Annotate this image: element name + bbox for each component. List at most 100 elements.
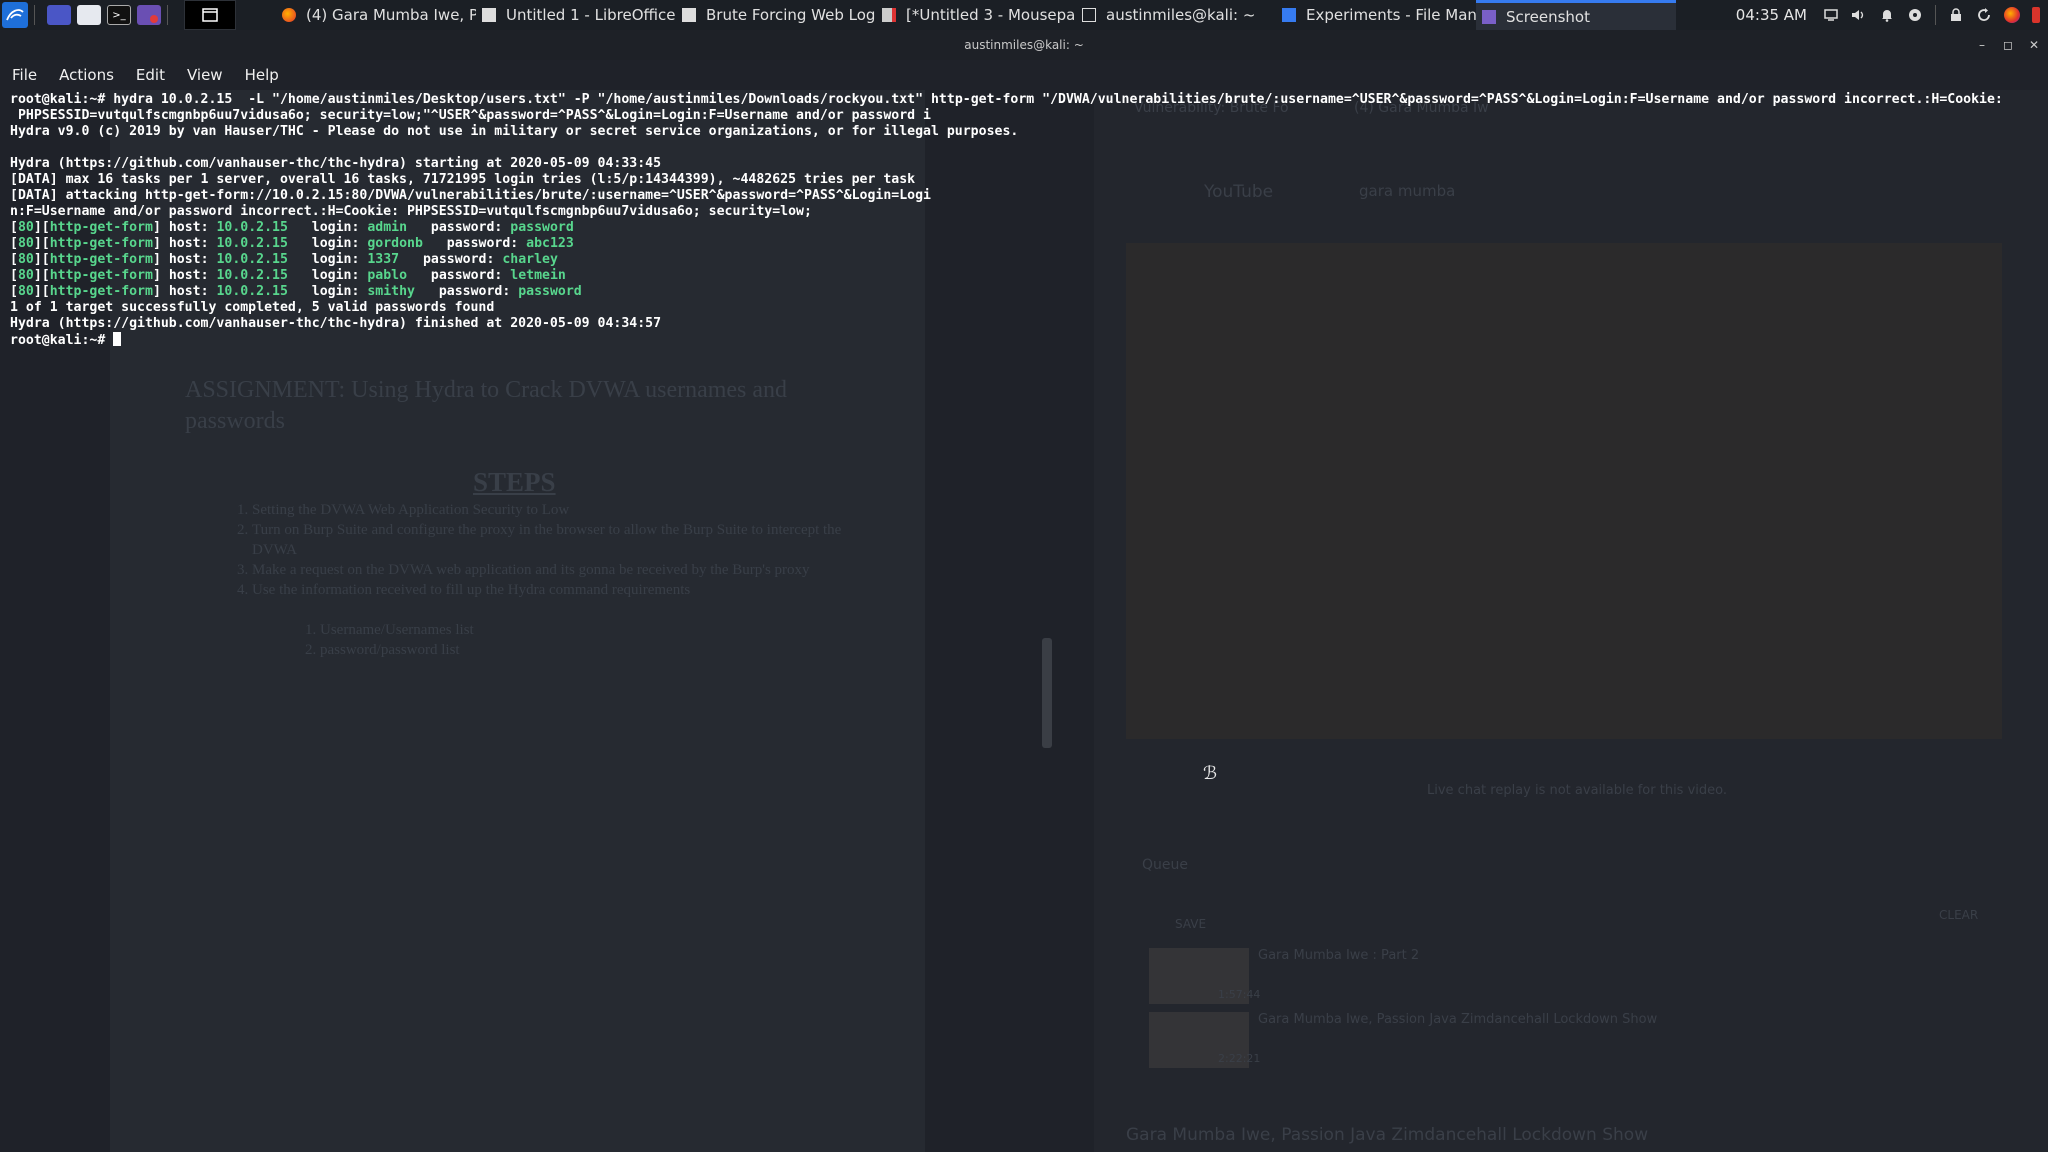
result-login-label: login: [287, 284, 368, 299]
task-libreoffice[interactable]: Untitled 1 - LibreOffice ... [476, 0, 676, 30]
task-mousepad[interactable]: [*Untitled 3 - Mousepad] [876, 0, 1076, 30]
prompt: root@kali:~# [10, 92, 106, 107]
result-login-label: login: [287, 252, 368, 267]
mouse-ibeam-cursor: ℬ [1203, 763, 1218, 784]
minimize-icon[interactable]: – [1974, 30, 1990, 60]
logout-icon[interactable] [2032, 7, 2040, 23]
doc-step: Use the information received to fill up … [252, 580, 852, 600]
result-host: 10.0.2.15 [216, 284, 288, 299]
result-line: [80][http-get-form] host: 10.0.2.15 logi… [10, 268, 566, 283]
task-label: Experiments - File Mana... [1306, 6, 1476, 24]
result-host-label: host: [160, 236, 217, 251]
result-module: http-get-form [49, 268, 153, 283]
result-line: [80][http-get-form] host: 10.0.2.15 logi… [10, 252, 558, 267]
menu-file[interactable]: File [12, 66, 37, 84]
doc-substep: password/password list [320, 640, 474, 660]
result-line: [80][http-get-form] host: 10.0.2.15 logi… [10, 220, 574, 235]
result-host-label: host: [160, 284, 217, 299]
lock-icon[interactable] [1948, 7, 1964, 23]
queue-item-title: Gara Mumba Iwe : Part 2 [1258, 948, 1420, 963]
firefox-icon[interactable] [2004, 7, 2020, 23]
terminal-line: root@kali:~# [10, 332, 2048, 349]
window-list-icon[interactable] [184, 0, 236, 30]
window-titlebar[interactable]: austinmiles@kali: ~ – ◻ ✕ [0, 30, 2048, 60]
separator [34, 5, 35, 25]
task-label: (4) Gara Mumba Iwe, Pa... [306, 6, 476, 24]
window-controls: – ◻ ✕ [1974, 30, 2042, 60]
file-manager-icon[interactable] [77, 5, 101, 25]
result-password: password [518, 284, 582, 299]
result-password: charley [502, 252, 558, 267]
document-icon [482, 8, 496, 22]
doc-step: Turn on Burp Suite and configure the pro… [252, 520, 852, 560]
update-icon[interactable] [1907, 7, 1923, 23]
window-title: austinmiles@kali: ~ [964, 38, 1084, 52]
queue-save: SAVE [1175, 917, 1207, 931]
queue-title: Queue [1142, 857, 1188, 873]
result-login: gordonb [367, 236, 423, 251]
desktop-icon[interactable] [47, 5, 71, 25]
menu-view[interactable]: View [187, 66, 223, 84]
result-password-label: password: [422, 236, 527, 251]
display-icon[interactable] [1823, 7, 1839, 23]
menu-actions[interactable]: Actions [59, 66, 114, 84]
doc-heading: ASSIGNMENT: Using Hydra to Crack DVWA us… [185, 377, 788, 434]
screenshot-app-icon[interactable] [137, 5, 161, 25]
terminal-line: root@kali:~# hydra 10.0.2.15 -L "/home/a… [10, 92, 2048, 108]
result-port: 80 [17, 252, 34, 267]
firefox-icon [282, 8, 296, 22]
folder-icon [1282, 8, 1296, 22]
result-host-label: host: [160, 220, 217, 235]
terminal-icon[interactable]: >_ [107, 5, 131, 25]
doc-step: Setting the DVWA Web Application Securit… [252, 500, 852, 520]
menu-help[interactable]: Help [245, 66, 279, 84]
scrollbar[interactable] [1042, 638, 1052, 748]
hydra-start: Hydra (https://github.com/vanhauser-thc/… [10, 156, 662, 171]
queue-item-duration: 2:22:21 [1218, 1052, 1261, 1065]
doc-substeps-list: Username/Usernames list password/passwor… [300, 620, 474, 660]
maximize-icon[interactable]: ◻ [2000, 30, 2016, 60]
launcher: >_ [0, 0, 174, 30]
result-module: http-get-form [49, 236, 153, 251]
bell-icon[interactable] [1879, 7, 1895, 23]
result-port: 80 [17, 220, 34, 235]
prompt: root@kali:~# [10, 333, 106, 348]
result-host: 10.0.2.15 [216, 236, 288, 251]
volume-icon[interactable] [1851, 7, 1867, 23]
task-label: austinmiles@kali: ~ [1106, 6, 1256, 24]
task-label: Screenshot [1506, 7, 1590, 26]
task-list: (4) Gara Mumba Iwe, Pa... Untitled 1 - L… [276, 0, 1676, 30]
task-brute-forcing[interactable]: Brute Forcing Web Logi... [676, 0, 876, 30]
result-module: http-get-form [49, 284, 153, 299]
close-icon[interactable]: ✕ [2026, 30, 2042, 60]
result-port: 80 [17, 284, 34, 299]
doc-substep: Username/Usernames list [320, 620, 474, 640]
menu-edit[interactable]: Edit [136, 66, 165, 84]
result-login-label: login: [287, 236, 368, 251]
queue-clear: CLEAR [1939, 908, 1979, 922]
command-text: hydra 10.0.2.15 -L "/home/austinmiles/De… [105, 92, 2003, 107]
refresh-icon[interactable] [1976, 7, 1992, 23]
task-screenshot[interactable]: Screenshot [1476, 0, 1676, 30]
terminal-output[interactable]: root@kali:~# hydra 10.0.2.15 -L "/home/a… [10, 92, 2048, 349]
result-password-label: password: [407, 220, 511, 235]
result-line: [80][http-get-form] host: 10.0.2.15 logi… [10, 284, 582, 299]
result-host: 10.0.2.15 [216, 220, 288, 235]
task-file-manager[interactable]: Experiments - File Mana... [1276, 0, 1476, 30]
result-password-label: password: [399, 252, 503, 267]
task-label: Brute Forcing Web Logi... [706, 6, 876, 24]
result-login: pablo [367, 268, 408, 283]
hydra-banner: Hydra v9.0 (c) 2019 by van Hauser/THC - … [10, 124, 1019, 139]
kali-menu-icon[interactable] [2, 2, 28, 28]
document-icon [682, 8, 696, 22]
result-password: abc123 [526, 236, 574, 251]
clock[interactable]: 04:35 AM [1736, 6, 1807, 24]
task-firefox[interactable]: (4) Gara Mumba Iwe, Pa... [276, 0, 476, 30]
terminal-icon [1082, 8, 1096, 22]
result-login-label: login: [287, 220, 368, 235]
result-login: admin [367, 220, 408, 235]
task-terminal[interactable]: austinmiles@kali: ~ [1076, 0, 1276, 30]
chat-notice: Live chat replay is not available for th… [1427, 783, 1727, 798]
doc-steps-title: STEPS [473, 467, 556, 497]
